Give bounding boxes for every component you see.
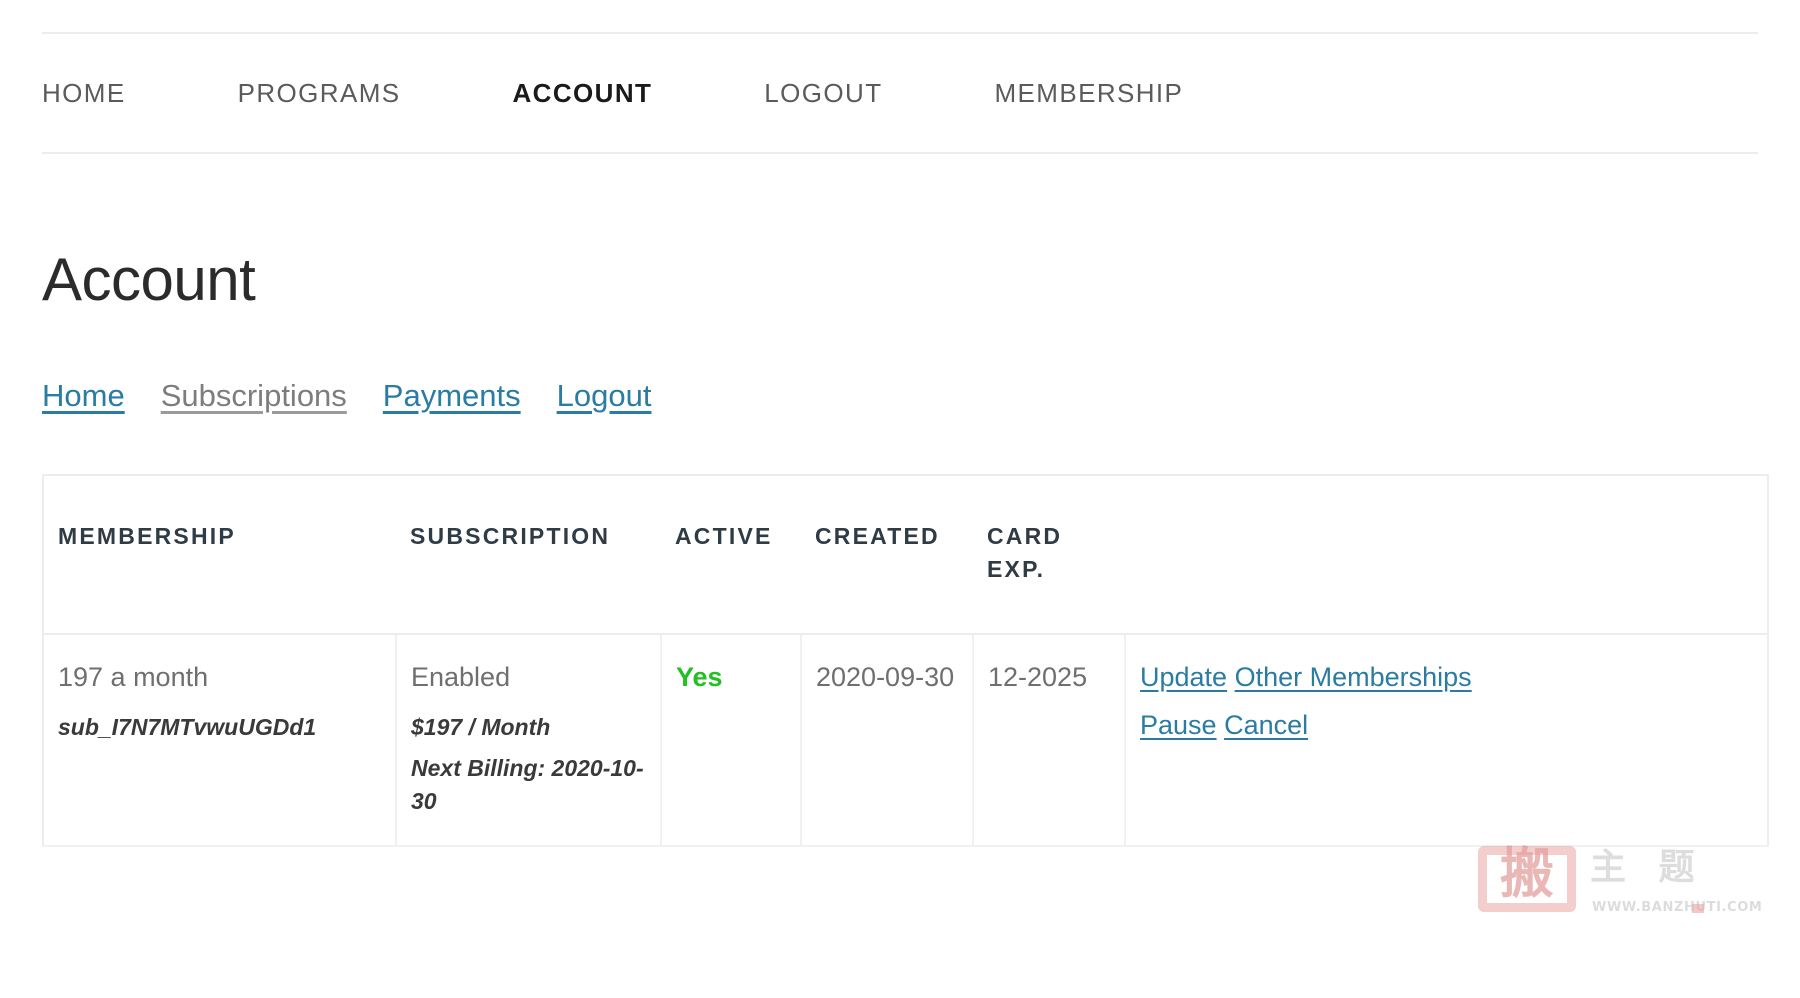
watermark-text: 主 题 [1590, 847, 1705, 888]
column-header-card-exp: Card Exp. [973, 475, 1125, 635]
status-badge-active: Yes [676, 661, 723, 692]
site-watermark: 搬 主 题 WWW.BANZHUTI.COM [1478, 842, 1762, 926]
cell-created: 2020-09-30 [800, 633, 973, 847]
table-header-row: Membership Subscription Active Created C… [43, 475, 1768, 635]
table-row: 197 a month sub_I7N7MTvwuUGDd1 Enabled $… [43, 633, 1768, 847]
subnav-link-logout[interactable]: Logout [557, 378, 652, 414]
pause-link[interactable]: Pause [1140, 710, 1217, 740]
cell-active: Yes [660, 633, 801, 847]
page-title: Account [42, 246, 256, 313]
subnav-link-payments[interactable]: Payments [383, 378, 521, 414]
membership-subscription-id: sub_I7N7MTvwuUGDd1 [58, 713, 317, 740]
cancel-link[interactable]: Cancel [1224, 710, 1308, 740]
column-header-created: Created [801, 475, 973, 635]
watermark-url: WWW.BANZHUTI.COM [1592, 900, 1763, 915]
subnav-link-subscriptions[interactable]: Subscriptions [161, 378, 347, 414]
nav-item-logout[interactable]: Logout [764, 78, 882, 109]
subscription-status: Enabled [411, 661, 511, 692]
subnav-link-home[interactable]: Home [42, 378, 125, 414]
cell-card-exp: 12-2025 [972, 633, 1125, 847]
subscription-price: $197 / Month [411, 713, 551, 740]
column-header-active: Active [661, 475, 801, 635]
nav-item-programs[interactable]: Programs [238, 78, 401, 109]
watermark-dot [1692, 904, 1704, 913]
main-navigation: Home Programs Account Logout Membership [42, 32, 1758, 154]
nav-item-account[interactable]: Account [513, 78, 653, 109]
membership-name: 197 a month [58, 661, 209, 692]
subscription-next-billing: Next Billing: 2020-10-30 [411, 754, 644, 815]
watermark-seal-border [1478, 846, 1576, 912]
cell-membership: 197 a month sub_I7N7MTvwuUGDd1 [43, 633, 396, 847]
column-header-membership: Membership [43, 475, 396, 635]
other-memberships-link[interactable]: Other Memberships [1235, 662, 1472, 692]
nav-item-home[interactable]: Home [42, 78, 126, 109]
nav-item-membership[interactable]: Membership [995, 78, 1184, 109]
update-link[interactable]: Update [1140, 662, 1227, 692]
cell-actions: Update Other Memberships Pause Cancel [1124, 633, 1768, 847]
cell-subscription: Enabled $197 / Month Next Billing: 2020-… [395, 633, 661, 847]
actions-line-secondary: Pause Cancel [1140, 705, 1757, 747]
column-header-actions [1125, 475, 1768, 635]
subscriptions-table: Membership Subscription Active Created C… [42, 474, 1769, 847]
actions-line-primary: Update Other Memberships [1140, 657, 1757, 699]
column-header-subscription: Subscription [396, 475, 661, 635]
table-body: 197 a month sub_I7N7MTvwuUGDd1 Enabled $… [43, 633, 1768, 847]
account-subnav: Home Subscriptions Payments Logout [42, 378, 1758, 414]
watermark-seal-glyph: 搬 [1500, 844, 1554, 905]
table-header: Membership Subscription Active Created C… [43, 475, 1768, 635]
page-body: Account Home Subscriptions Payments Logo… [0, 250, 1800, 847]
